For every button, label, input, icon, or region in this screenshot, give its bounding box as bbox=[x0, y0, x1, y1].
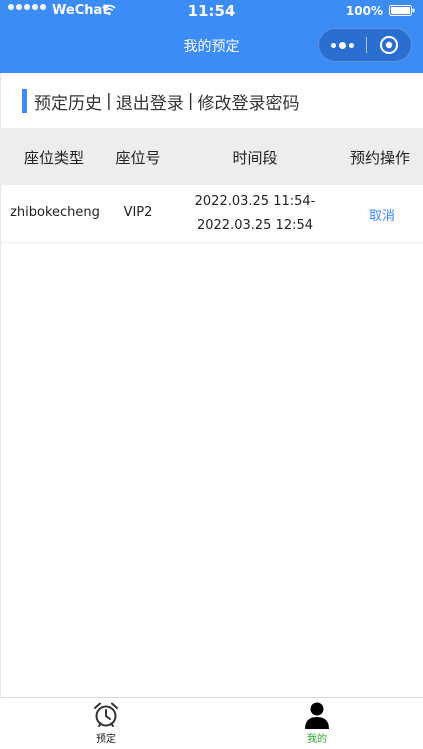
separator: | bbox=[106, 91, 112, 111]
alarm-clock-icon bbox=[94, 702, 118, 727]
separator: | bbox=[187, 91, 194, 111]
logout-link[interactable]: 退出登录 bbox=[116, 89, 184, 114]
cancel-button[interactable]: 取消 bbox=[354, 205, 410, 224]
time-range-cell: 2022.03.25 11:54- 2022.03.25 12:54 bbox=[180, 190, 330, 238]
target-close-icon bbox=[380, 36, 398, 54]
mini-program-capsule bbox=[318, 28, 412, 62]
top-bar: WeChat 11:54 100% 我的预定 bbox=[0, 0, 423, 73]
change-password-link[interactable]: 修改登录密码 bbox=[197, 89, 299, 114]
time-start: 2022.03.25 11:54- bbox=[194, 194, 316, 209]
header-links: 预定历史 | 退出登录 | 修改登录密码 bbox=[22, 88, 299, 114]
tab-bar: 预定 我的 bbox=[0, 697, 423, 749]
column-header-seat-type: 座位类型 bbox=[23, 149, 84, 167]
tab-reserve-label: 预定 bbox=[96, 734, 116, 745]
status-bar: WeChat 11:54 100% bbox=[0, 0, 423, 22]
column-header-time: 时间段 bbox=[232, 149, 278, 167]
seat-no-cell: VIP2 bbox=[123, 205, 153, 220]
history-link[interactable]: 预定历史 bbox=[34, 89, 102, 114]
close-mini-program-button[interactable] bbox=[367, 29, 411, 61]
table-row: zhibokecheng VIP2 2022.03.25 11:54- 2022… bbox=[0, 185, 423, 243]
time-end: 2022.03.25 12:54 bbox=[196, 218, 314, 233]
column-header-action: 预约操作 bbox=[349, 149, 410, 167]
more-options-button[interactable] bbox=[319, 29, 365, 61]
seat-type-cell: zhibokecheng bbox=[10, 205, 100, 220]
battery-percent: 100% bbox=[345, 4, 383, 18]
column-header-seat-no: 座位号 bbox=[115, 149, 161, 167]
table-header: 座位类型 座位号 时间段 预约操作 bbox=[0, 128, 423, 185]
tab-reserve[interactable]: 预定 bbox=[66, 701, 146, 749]
tab-mine-label: 我的 bbox=[307, 734, 327, 745]
header-accent-bar bbox=[22, 89, 27, 113]
person-icon bbox=[305, 702, 329, 729]
battery-icon bbox=[389, 5, 415, 16]
tab-mine[interactable]: 我的 bbox=[277, 701, 357, 749]
